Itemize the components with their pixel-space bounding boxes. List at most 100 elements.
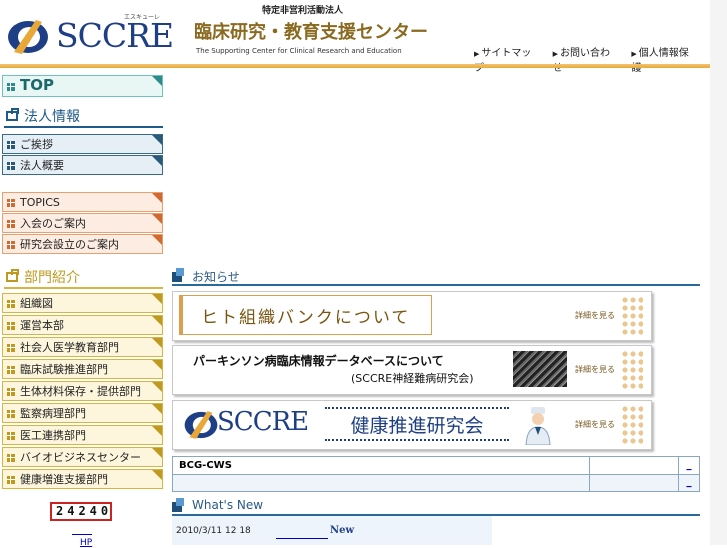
corner-icon xyxy=(152,382,162,392)
bullet-icon xyxy=(7,220,15,228)
bullet-icon xyxy=(7,162,15,170)
bullet-icon xyxy=(7,141,15,149)
more-link[interactable]: 詳細を見る xyxy=(575,310,615,321)
org-name: 臨床研究・教育支援センター xyxy=(194,22,428,43)
nav-top[interactable]: TOP xyxy=(2,75,163,97)
table-cell-blank xyxy=(589,456,679,475)
more-link[interactable]: 詳細を見る xyxy=(575,419,615,430)
nav-label: 臨床試験推進部門 xyxy=(20,363,108,376)
banner-title: ヒト組織バンクについて xyxy=(201,308,411,328)
logo-mark-icon xyxy=(184,411,218,439)
bullet-icon xyxy=(7,83,15,91)
org-type: 特定非営利活動法人 xyxy=(262,6,344,16)
nav-label: ご挨拶 xyxy=(20,138,53,151)
nav-label: 社会人医学教育部門 xyxy=(20,341,119,354)
banner-logo-text: SCCRE xyxy=(217,407,309,437)
visitor-counter: 24240 xyxy=(50,502,112,521)
table-link[interactable]: _ xyxy=(678,456,700,475)
corner-icon xyxy=(152,214,162,224)
nav-label: 入会のご案内 xyxy=(20,217,86,230)
whats-new-heading: What's New xyxy=(172,498,700,516)
news-link[interactable] xyxy=(276,538,328,539)
dept-heading: 部門紹介 xyxy=(4,267,163,289)
org-name-en: The Supporting Center for Clinical Resea… xyxy=(196,47,402,55)
header-links: サイトマップ お問い合わせ 個人情報保護 xyxy=(474,44,710,74)
nav-dept-2[interactable]: 社会人医学教育部門 xyxy=(2,337,163,357)
more-link[interactable]: 詳細を見る xyxy=(575,364,615,375)
logo-mark-icon xyxy=(8,20,48,54)
nav-dept-8[interactable]: 健康増進支援部門 xyxy=(2,469,163,489)
corner-icon xyxy=(152,448,162,458)
nav-membership[interactable]: 入会のご案内 xyxy=(2,213,163,233)
table-row: BCG-CWS _ xyxy=(171,456,700,475)
sitemap-link[interactable]: サイトマップ xyxy=(474,44,539,74)
nav-label: 生体材料保存・提供部門 xyxy=(20,385,141,398)
keyboard-photo xyxy=(513,351,567,387)
bullet-icon xyxy=(7,241,15,249)
nav-label: 医工連携部門 xyxy=(20,429,86,442)
contact-link[interactable]: お問い合わせ xyxy=(553,44,618,74)
heading-label: 部門紹介 xyxy=(24,270,80,286)
nav-label: 運営本部 xyxy=(20,319,64,332)
banner-title: パーキンソン病臨床情報データベースについて xyxy=(193,354,444,368)
bullet-icon xyxy=(7,199,15,207)
nav-label: 健康増進支援部門 xyxy=(20,473,108,486)
dots-icon xyxy=(621,350,643,390)
privacy-link[interactable]: 個人情報保護 xyxy=(631,44,696,74)
nav-label: 監察病理部門 xyxy=(20,407,86,420)
corp-info-heading: 法人情報 xyxy=(4,106,163,128)
heading-label: What's New xyxy=(192,498,264,512)
nav-dept-7[interactable]: バイオビジネスセンター xyxy=(2,447,163,467)
table-row: _ xyxy=(171,473,700,492)
bullet-icon xyxy=(7,410,15,418)
bullet-icon xyxy=(7,476,15,484)
corner-icon xyxy=(152,360,162,370)
dots-icon xyxy=(621,296,643,336)
nav-dept-4[interactable]: 生体材料保存・提供部門 xyxy=(2,381,163,401)
nav-dept-5[interactable]: 監察病理部門 xyxy=(2,403,163,423)
tissue-bank-banner[interactable]: ヒト組織バンクについて 詳細を見る xyxy=(172,291,652,341)
corner-icon xyxy=(152,294,162,304)
nav-topics[interactable]: TOPICS xyxy=(2,192,163,212)
parkinson-db-banner[interactable]: パーキンソン病臨床情報データベースについて (SCCRE神経難病研究会) 詳細を… xyxy=(172,345,652,395)
nav-dept-1[interactable]: 運営本部 xyxy=(2,315,163,335)
new-badge: New xyxy=(330,525,355,536)
nav-dept-6[interactable]: 医工連携部門 xyxy=(2,425,163,445)
corner-icon xyxy=(152,426,162,436)
nav-overview[interactable]: 法人概要 xyxy=(2,155,163,175)
table-link[interactable]: _ xyxy=(678,473,700,492)
table-cell-name: BCG-CWS xyxy=(171,456,591,475)
banner-frame: ヒト組織バンクについて xyxy=(179,295,432,335)
nav-greeting[interactable]: ご挨拶 xyxy=(2,134,163,154)
heading-label: お知らせ xyxy=(192,270,240,284)
corner-icon xyxy=(152,470,162,480)
nav-dept-3[interactable]: 臨床試験推進部門 xyxy=(2,359,163,379)
sccre-logo[interactable]: エスキューレ SCCRE xyxy=(6,12,176,58)
heading-block-icon xyxy=(172,498,184,512)
bullet-icon xyxy=(7,300,15,308)
bullet-icon xyxy=(7,432,15,440)
corner-icon xyxy=(152,193,162,203)
notice-heading: お知らせ xyxy=(172,268,700,286)
window-icon xyxy=(6,108,19,121)
window-icon xyxy=(6,269,19,282)
bullet-icon xyxy=(7,454,15,462)
table-cell-blank xyxy=(589,473,679,492)
hp-link[interactable]: HP xyxy=(80,538,92,548)
logo-text: SCCRE xyxy=(56,16,174,55)
health-promotion-banner[interactable]: SCCRE 健康推進研究会 詳細を見る xyxy=(172,400,652,450)
nav-label: 研究会設立のご案内 xyxy=(20,238,119,251)
corner-icon xyxy=(152,316,162,326)
nav-study-group[interactable]: 研究会設立のご案内 xyxy=(2,234,163,254)
corner-icon xyxy=(152,135,162,145)
sidebar-link-line[interactable] xyxy=(72,534,92,535)
corner-icon xyxy=(152,156,162,166)
nav-label: 法人概要 xyxy=(20,159,64,172)
nav-dept-0[interactable]: 組織図 xyxy=(2,293,163,313)
sidebar: TOP 法人情報 ご挨拶 法人概要 TOPICS 入会のご案内 研究会設立のご案… xyxy=(0,68,168,548)
table-cell-name xyxy=(171,473,591,492)
news-date: 2010/3/11 12 18 xyxy=(176,526,251,536)
banner-title: 健康推進研究会 xyxy=(325,407,509,441)
corner-icon xyxy=(152,404,162,414)
heading-label: 法人情報 xyxy=(24,109,80,125)
